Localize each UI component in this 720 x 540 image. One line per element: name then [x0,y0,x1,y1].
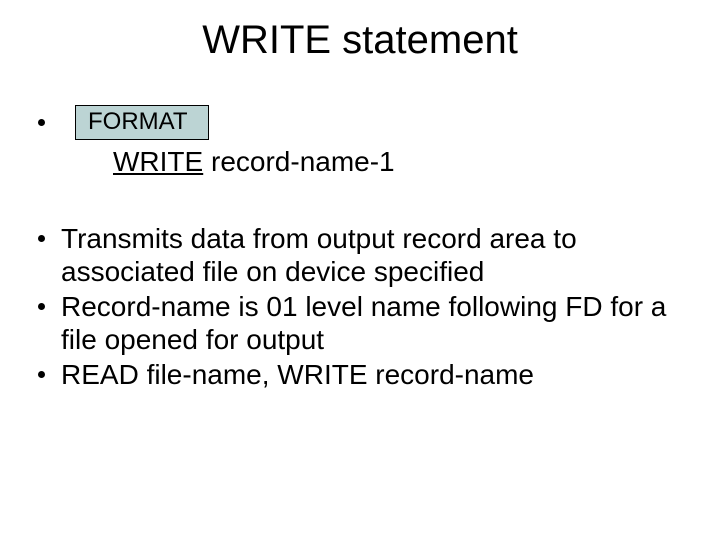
bullet-text: Record-name is 01 level name following F… [61,290,690,356]
list-item: Record-name is 01 level name following F… [38,290,690,356]
slide-title: WRITE statement [0,18,720,63]
slide: WRITE statement FORMAT WRITE record-name… [0,0,720,540]
bullet-icon [38,303,45,310]
syntax-keyword: WRITE [113,146,203,177]
bullet-icon [38,371,45,378]
format-row: FORMAT [38,105,690,140]
list-item: Transmits data from output record area t… [38,222,690,288]
body-bullets: Transmits data from output record area t… [38,222,690,391]
syntax-args: record-name-1 [203,146,394,177]
bullet-text: Transmits data from output record area t… [61,222,690,288]
slide-content: FORMAT WRITE record-name-1 Transmits dat… [38,105,690,393]
bullet-text: READ file-name, WRITE record-name [61,358,690,391]
format-box: FORMAT [75,105,209,140]
list-item: READ file-name, WRITE record-name [38,358,690,391]
syntax-line: WRITE record-name-1 [113,146,690,178]
bullet-icon [38,235,45,242]
bullet-icon [38,119,45,126]
